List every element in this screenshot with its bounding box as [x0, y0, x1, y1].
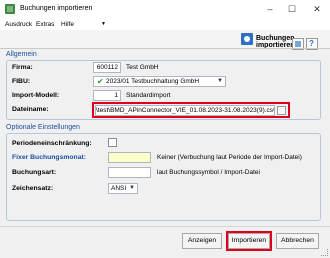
dialog-header: Buchungen importieren — [0, 30, 330, 49]
fixed-month-hint: Keiner (Verbuchung laut Periode der Impo… — [157, 154, 302, 161]
file-browse-icon[interactable] — [277, 106, 286, 115]
import-button[interactable]: Importieren — [228, 233, 270, 249]
app-icon — [5, 4, 15, 14]
import-model-name: Standardimport — [126, 92, 171, 99]
charset-value: ANSI — [111, 185, 127, 192]
firma-field[interactable]: 600112 — [93, 62, 121, 73]
firma-name: Test GmbH — [126, 64, 159, 71]
charset-label: Zeichensatz: — [12, 185, 54, 192]
toolbar-dropdown-arrow[interactable]: ▼ — [101, 21, 106, 27]
booking-type-label: Buchungsart: — [12, 169, 57, 176]
header-divider — [0, 48, 330, 49]
cancel-button[interactable]: Abbrechen — [276, 233, 319, 249]
booking-type-hint: laut Buchungssymbol / Import-Datei — [157, 169, 260, 176]
fibu-label: FIBU: — [12, 78, 31, 85]
footer-divider — [0, 226, 330, 227]
firma-label: Firma: — [12, 64, 33, 71]
menu-bar: Ausdruck Extras Hilfe ▼ — [0, 18, 330, 30]
fibu-select[interactable]: ✔ 2023/01 Testbuchhaltung GmbH ▼ — [93, 76, 226, 87]
menu-ausdruck[interactable]: Ausdruck — [5, 21, 32, 28]
charset-select[interactable]: ANSI ▼ — [108, 183, 138, 194]
period-limit-label: Periodeneinschränkung: — [12, 140, 92, 147]
menu-extras[interactable]: Extras — [36, 21, 54, 28]
fibu-value: 2023/01 Testbuchhaltung GmbH — [106, 78, 200, 85]
window-title: Buchungen importieren — [20, 5, 93, 12]
import-model-field[interactable]: 1 — [93, 90, 121, 101]
filename-field[interactable]: \test\BMD_APinConnector_VIE_01.08.2023-3… — [95, 105, 275, 116]
fixed-month-label: Fixer Buchungsmonat: — [12, 154, 87, 161]
fixed-month-field[interactable] — [108, 152, 151, 163]
chevron-down-icon: ▼ — [217, 78, 223, 84]
chevron-down-icon: ▼ — [129, 185, 135, 191]
filename-label: Dateiname: — [12, 106, 49, 113]
period-limit-checkbox[interactable] — [108, 138, 117, 147]
section-optional-label: Optionale Einstellungen — [6, 124, 80, 131]
import-model-label: Import-Modell: — [12, 92, 60, 99]
show-button[interactable]: Anzeigen — [182, 233, 222, 249]
minimize-button[interactable]: – — [262, 1, 278, 17]
import-icon — [241, 33, 253, 45]
section-general-label: Allgemein — [6, 51, 37, 58]
resize-grip[interactable] — [321, 249, 328, 256]
maximize-button[interactable]: ☐ — [284, 1, 300, 17]
close-button[interactable]: ✕ — [309, 1, 325, 17]
booking-type-field[interactable] — [108, 167, 151, 178]
title-bar: Buchungen importieren – ☐ ✕ — [0, 0, 330, 18]
import-window: Buchungen importieren – ☐ ✕ Ausdruck Ext… — [0, 0, 330, 258]
check-icon: ✔ — [97, 77, 104, 86]
menu-hilfe[interactable]: Hilfe — [61, 21, 74, 28]
